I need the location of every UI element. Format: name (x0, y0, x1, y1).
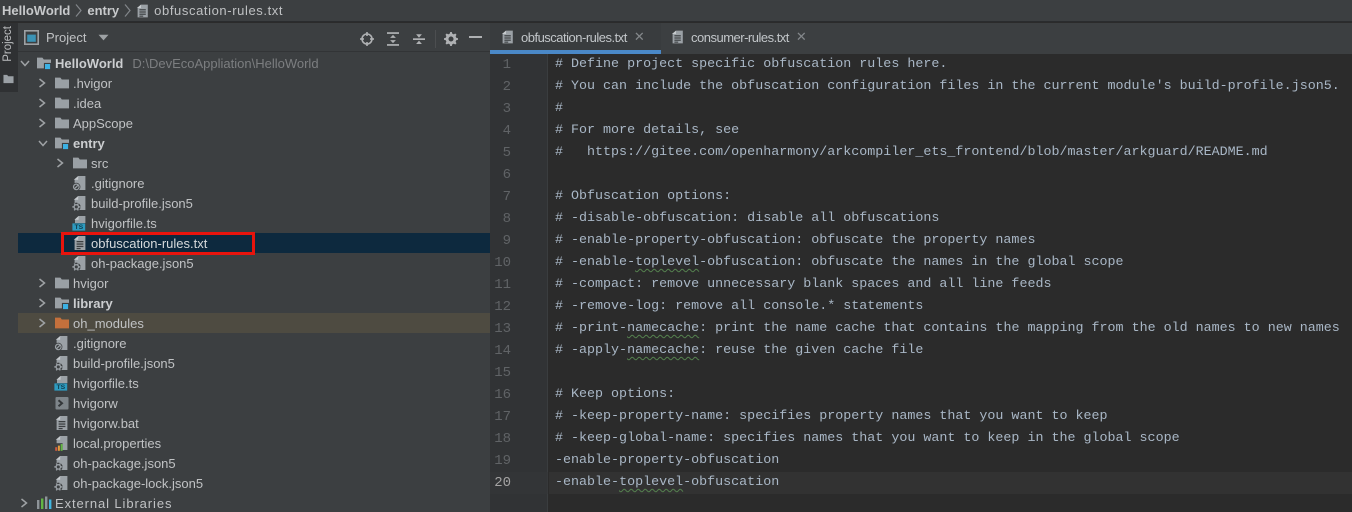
svg-text:TS: TS (74, 224, 83, 231)
svg-text:TS: TS (56, 384, 65, 391)
